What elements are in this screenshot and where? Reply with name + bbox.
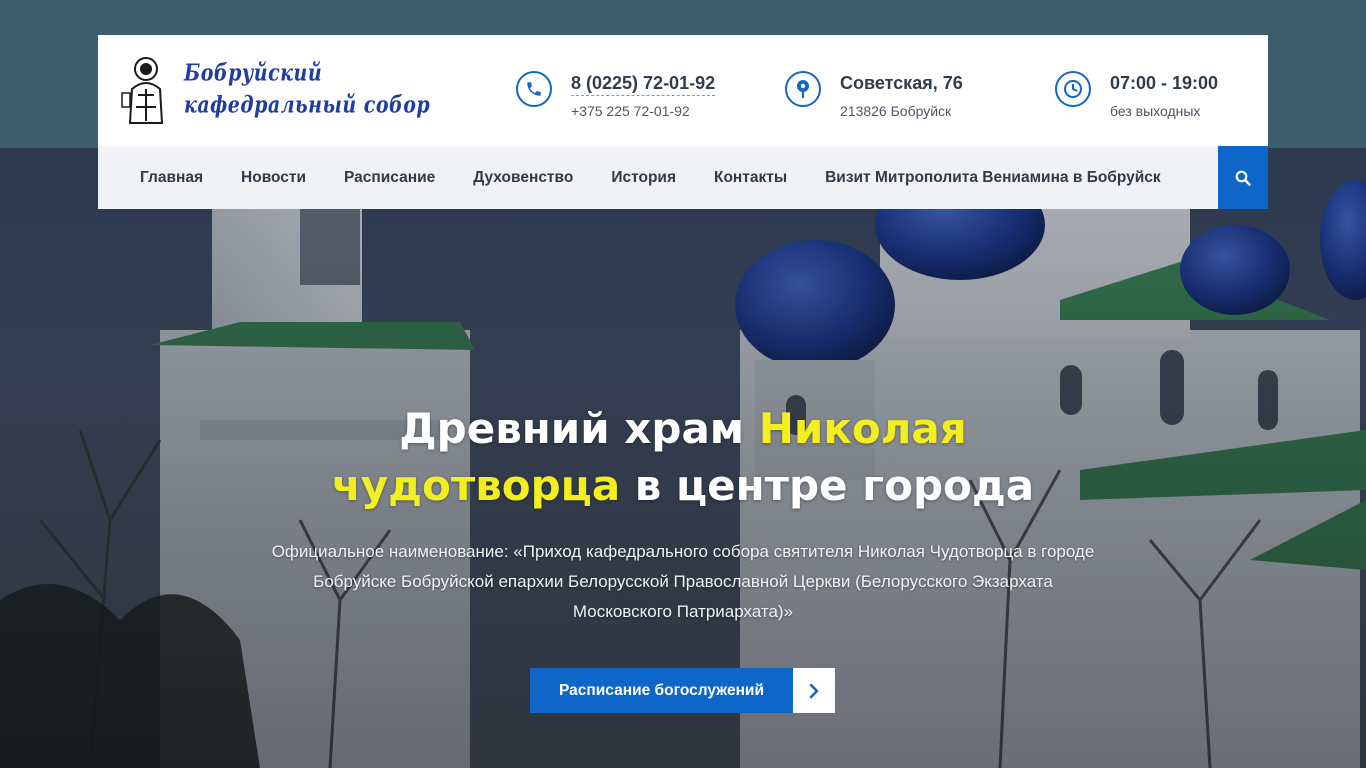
cta-label[interactable]: Расписание богослужений (530, 668, 793, 713)
nav-menu: Главная Новости Расписание Духовенство И… (98, 146, 1180, 209)
address-street: Советская, 76 (840, 73, 963, 93)
logo-title-line1: Бобруйский (184, 59, 323, 87)
nav-item-clergy[interactable]: Духовенство (454, 169, 592, 187)
site-header: Бобруйский кафедральный собор 8 (0225) 7… (98, 35, 1268, 146)
saint-nicholas-icon (121, 57, 164, 124)
site-logo[interactable]: Бобруйский кафедральный собор (120, 55, 430, 127)
hero-title-part2: в центре города (620, 461, 1035, 510)
chevron-right-icon[interactable] (793, 668, 835, 713)
phone-icon (516, 71, 552, 107)
hero-description: Официальное наименование: «Приход кафедр… (271, 542, 1095, 621)
nav-item-home[interactable]: Главная (98, 169, 222, 187)
search-button[interactable] (1218, 146, 1268, 209)
search-icon (1235, 170, 1251, 186)
map-pin-icon (785, 71, 821, 107)
nav-item-news[interactable]: Новости (222, 169, 325, 187)
logo-title-line2: кафедральный собор (184, 91, 431, 119)
phone-number-link[interactable]: 8 (0225) 72-01-92 (571, 73, 716, 96)
nav-item-contacts[interactable]: Контакты (695, 169, 806, 187)
nav-item-schedule[interactable]: Расписание (325, 169, 454, 187)
opening-days: без выходных (1110, 103, 1201, 119)
nav-item-history[interactable]: История (592, 169, 695, 187)
opening-hours: 07:00 - 19:00 (1110, 73, 1219, 93)
main-navigation: Главная Новости Расписание Духовенство И… (98, 146, 1268, 209)
phone-number-secondary: +375 225 72-01-92 (571, 103, 690, 119)
hero-title-part1: Древний храм (399, 404, 759, 453)
hero-title: Древний храм Николая чудотворца в центре… (283, 400, 1083, 514)
nav-item-metropolitan-visit[interactable]: Визит Митрополита Вениамина в Бобруйск (806, 169, 1180, 187)
address-city: 213826 Бобруйск (840, 103, 952, 119)
schedule-cta-button[interactable]: Расписание богослужений (530, 668, 835, 713)
clock-icon (1055, 71, 1091, 107)
